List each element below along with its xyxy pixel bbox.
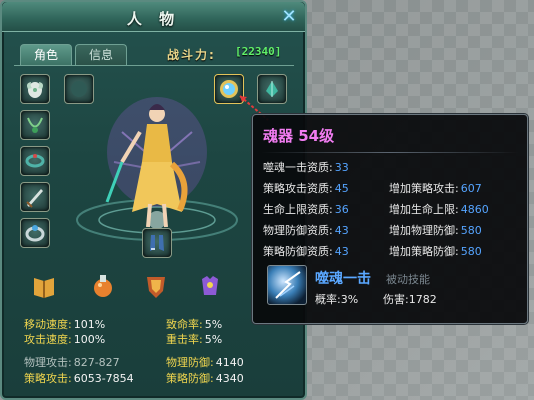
skill-dmg-label: 伤害:	[383, 293, 409, 306]
skill-name: 噬魂一击	[315, 271, 371, 287]
bonus-label: 增加物理防御:	[389, 224, 459, 237]
skill-icon	[267, 265, 307, 305]
phys-attack-value: 827-827	[73, 356, 120, 369]
title-bar[interactable]: 人 物 ✕	[2, 2, 305, 32]
attr-value: 33	[334, 161, 349, 174]
phys-def-value: 4140	[215, 356, 244, 369]
skill-dmg-row: 伤害:1782	[383, 291, 437, 307]
attr-label: 策略攻击资质:	[263, 182, 333, 195]
attack-speed-label: 攻击速度:	[24, 333, 72, 346]
skill-prob-row: 概率:3%	[315, 291, 358, 307]
strat-attack-stat: 策略攻击: 6053-7854	[24, 370, 134, 386]
emblem-book[interactable]	[28, 270, 60, 302]
weapon-slot[interactable]	[20, 182, 50, 212]
crit-rate-label: 致命率:	[166, 318, 203, 331]
strat-def-value: 4340	[215, 372, 244, 385]
necklace-slot[interactable]	[20, 110, 50, 140]
tooltip-row: 增加策略攻击: 607	[389, 180, 482, 196]
tooltip-row: 增加生命上限: 4860	[389, 201, 489, 217]
tooltip-row: 增加物理防御: 580	[389, 222, 482, 238]
attr-label: 生命上限资质:	[263, 203, 333, 216]
bracelet-icon	[25, 154, 45, 168]
emblem-potion[interactable]	[87, 270, 119, 302]
attr-label: 噬魂一击资质:	[263, 161, 333, 174]
bonus-value: 607	[460, 182, 482, 195]
bonus-label: 增加生命上限:	[389, 203, 459, 216]
move-speed-stat: 移动速度: 101%	[24, 316, 105, 332]
move-speed-value: 101%	[73, 318, 106, 331]
wing-egg-icon	[27, 82, 43, 98]
boots-icon	[150, 235, 164, 251]
bonus-label: 增加策略防御:	[389, 245, 459, 258]
strat-def-stat: 策略防御: 4340	[166, 370, 244, 386]
book-icon	[34, 278, 54, 298]
attack-speed-value: 100%	[73, 333, 106, 346]
bracelet-slot[interactable]	[20, 146, 50, 176]
tooltip-row: 策略攻击资质: 45	[263, 180, 349, 196]
boots-slot[interactable]	[142, 228, 172, 258]
stats-area: 移动速度: 101% 攻击速度: 100% 致命率: 5% 重击率: 5% 物理攻击: 8…	[14, 312, 294, 390]
phys-attack-label: 物理攻击:	[24, 356, 72, 369]
move-speed-label: 移动速度:	[24, 318, 72, 331]
bonus-label: 增加策略攻击:	[389, 182, 459, 195]
potion-icon	[94, 275, 112, 297]
character-model	[76, 97, 238, 241]
skill-prob-label: 概率:	[315, 293, 341, 306]
combat-power-value: [22340]	[235, 45, 282, 58]
shield-icon	[147, 277, 165, 298]
wing-egg-slot[interactable]	[20, 74, 50, 104]
bonus-value: 580	[460, 245, 482, 258]
emblem-armor[interactable]	[194, 270, 226, 302]
bonus-value: 4860	[460, 203, 489, 216]
strat-attack-value: 6053-7854	[73, 372, 134, 385]
lightning-icon	[275, 271, 301, 299]
tooltip-row: 物理防御资质: 43	[263, 222, 349, 238]
tab-info[interactable]: 信息	[75, 44, 127, 66]
bonus-value: 580	[460, 224, 482, 237]
attack-speed-stat: 攻击速度: 100%	[24, 331, 105, 347]
close-icon[interactable]: ✕	[279, 7, 299, 27]
armor-icon	[202, 276, 218, 295]
phys-def-label: 物理防御:	[166, 356, 214, 369]
attr-value: 45	[334, 182, 349, 195]
skill-dmg-value: 1782	[408, 293, 437, 306]
attr-value: 43	[334, 245, 349, 258]
heavy-hit-value: 5%	[204, 333, 223, 346]
skill-prob-value: 3%	[340, 293, 359, 306]
attr-value: 36	[334, 203, 349, 216]
attr-label: 物理防御资质:	[263, 224, 333, 237]
combat-power-label: 战斗力:	[167, 48, 216, 62]
strat-attack-label: 策略攻击:	[24, 372, 72, 385]
tooltip-row: 策略防御资质: 43	[263, 243, 349, 259]
tab-character[interactable]: 角色	[20, 44, 72, 66]
strat-def-label: 策略防御:	[166, 372, 214, 385]
emblem-shield[interactable]	[140, 270, 172, 302]
ring-icon	[25, 225, 45, 242]
tooltip-title: 魂器 54级	[263, 127, 335, 145]
attr-value: 43	[334, 224, 349, 237]
skill-type: 被动技能	[386, 273, 430, 286]
panel-title: 人 物	[126, 10, 181, 28]
necklace-icon	[27, 117, 43, 133]
tooltip-divider	[261, 152, 519, 153]
tooltip-row: 生命上限资质: 36	[263, 201, 349, 217]
phys-def-stat: 物理防御: 4140	[166, 354, 244, 370]
tooltip-row: 噬魂一击资质: 33	[263, 159, 349, 175]
heavy-hit-label: 重击率:	[166, 333, 203, 346]
crit-rate-stat: 致命率: 5%	[166, 316, 222, 332]
soul-artifact-tooltip: 魂器 54级 噬魂一击资质: 33 策略攻击资质: 45 生命上限资质: 36 物理防…	[252, 114, 528, 324]
tab-divider	[14, 65, 294, 66]
crit-rate-value: 5%	[204, 318, 223, 331]
heavy-hit-stat: 重击率: 5%	[166, 331, 222, 347]
sword-icon	[26, 189, 43, 208]
ring-slot[interactable]	[20, 218, 50, 248]
phys-attack-stat: 物理攻击: 827-827	[24, 354, 120, 370]
tooltip-row: 增加策略防御: 580	[389, 243, 482, 259]
attr-label: 策略防御资质:	[263, 245, 333, 258]
